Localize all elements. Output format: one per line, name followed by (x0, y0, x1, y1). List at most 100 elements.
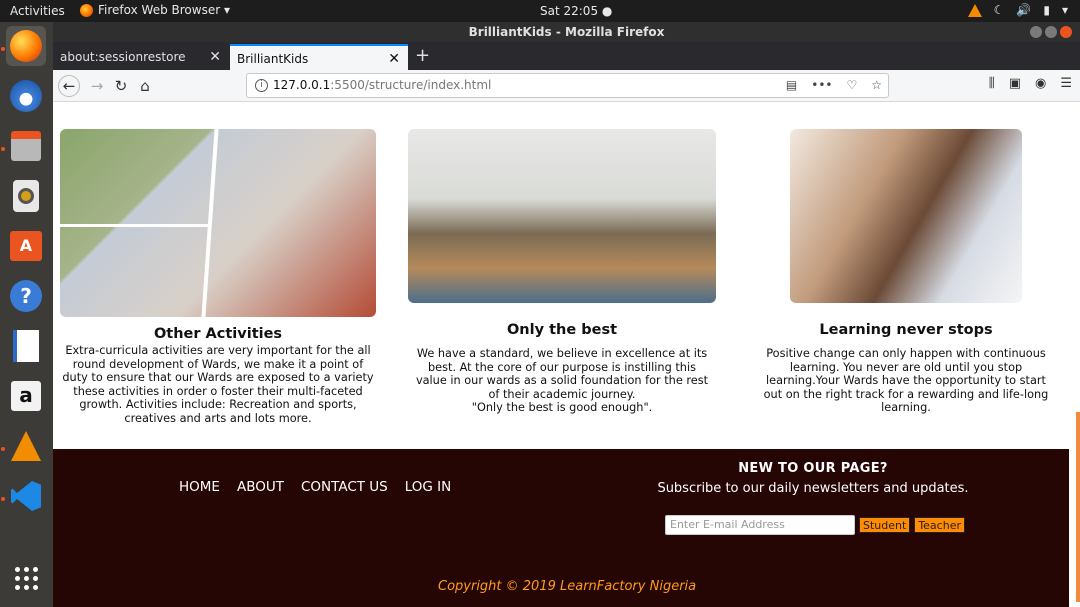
maximize-button[interactable] (1045, 26, 1057, 38)
app-grid-icon (14, 566, 38, 590)
system-tray[interactable]: ☾ 🔊 ▮ ▾ (967, 3, 1068, 17)
url-bar[interactable]: i 127.0.0.1:5500/structure/index.html ▤ … (246, 73, 889, 98)
newsletter-title: NEW TO OUR PAGE? (738, 461, 888, 476)
rhythmbox-icon (13, 180, 39, 212)
tab-sessionrestore[interactable]: about:sessionrestore ✕ (53, 44, 229, 70)
files-icon (11, 131, 41, 161)
thunderbird-icon (10, 80, 42, 112)
reader-view-icon[interactable]: ▤ (786, 74, 797, 97)
window-title: BrilliantKids - Mozilla Firefox (468, 25, 665, 39)
close-window-button[interactable] (1060, 26, 1072, 38)
card-only-the-best: Only the best We have a standard, we bel… (411, 322, 713, 415)
navigation-toolbar: ← → ↻ ⌂ i 127.0.0.1:5500/structure/index… (53, 70, 1080, 102)
vscode-launcher[interactable] (6, 476, 46, 516)
vlc-launcher[interactable] (6, 426, 46, 466)
tab-brilliantkids[interactable]: BrilliantKids ✕ (230, 44, 408, 70)
software-center-icon: A (10, 231, 42, 261)
vscode-icon (11, 481, 41, 511)
writer-icon (13, 330, 39, 362)
home-button[interactable]: ⌂ (135, 76, 155, 96)
card-quote: "Only the best is good enough". (471, 401, 653, 414)
amazon-launcher[interactable]: a (6, 376, 46, 416)
running-indicator (1, 47, 5, 51)
writer-launcher[interactable] (6, 326, 46, 366)
copyright: Copyright © 2019 LearnFactory Nigeria (438, 579, 697, 594)
footer: HOME ABOUT CONTACT US LOG IN NEW TO OUR … (53, 449, 1069, 607)
help-icon: ? (10, 280, 42, 312)
student-button[interactable]: Student (859, 517, 911, 533)
reading-photo (790, 129, 1022, 303)
pocket-icon[interactable]: ♡ (846, 74, 857, 97)
close-tab-icon[interactable]: ✕ (388, 46, 400, 72)
new-tab-button[interactable]: + (415, 44, 430, 68)
amazon-icon: a (11, 381, 41, 411)
sidebar-icon[interactable]: ▣ (1009, 76, 1021, 91)
reload-button[interactable]: ↻ (111, 76, 131, 96)
teacher-button[interactable]: Teacher (914, 517, 965, 533)
system-top-bar: Activities Firefox Web Browser ▾ Sat 22:… (0, 0, 1080, 22)
url-host: 127.0.0.1 (273, 78, 331, 92)
minimize-button[interactable] (1030, 26, 1042, 38)
newsletter-section: NEW TO OUR PAGE? Subscribe to our daily … (653, 461, 973, 535)
card-body: Positive change can only happen with con… (763, 347, 1049, 414)
close-tab-icon[interactable]: ✕ (209, 44, 221, 70)
power-menu-icon[interactable]: ▾ (1062, 3, 1068, 17)
app-menu-label: Firefox Web Browser ▾ (98, 3, 230, 17)
night-light-icon[interactable]: ☾ (994, 3, 1005, 17)
running-indicator (1, 497, 5, 501)
show-applications-button[interactable] (6, 558, 46, 598)
dock: A ? a (0, 22, 53, 607)
subscribe-row: Enter E-mail Address Student Teacher (665, 515, 965, 535)
menu-icon[interactable]: ☰ (1060, 76, 1072, 91)
app-menu[interactable]: Firefox Web Browser ▾ (80, 3, 230, 17)
firefox-launcher[interactable] (6, 26, 46, 66)
card-learning-never-stops: Learning never stops Positive change can… (755, 322, 1057, 415)
window-title-bar[interactable]: BrilliantKids - Mozilla Firefox (53, 22, 1080, 42)
card-title: Learning never stops (819, 322, 993, 338)
software-launcher[interactable]: A (6, 226, 46, 266)
card-other-activities: Other Activities Extra-curricula activit… (61, 326, 375, 425)
scrollbar-thumb[interactable] (1076, 412, 1080, 602)
email-input[interactable]: Enter E-mail Address (665, 515, 855, 535)
card-body: We have a standard, we believe in excell… (415, 347, 709, 401)
url-path: :5500/structure/index.html (330, 78, 492, 92)
tab-label: about:sessionrestore (60, 50, 186, 64)
volume-icon[interactable]: 🔊 (1016, 3, 1031, 17)
footer-link-contact[interactable]: CONTACT US (301, 479, 388, 495)
footer-link-home[interactable]: HOME (179, 479, 220, 495)
page-actions-icon[interactable]: ••• (811, 74, 832, 97)
firefox-icon (10, 30, 42, 62)
battery-icon[interactable]: ▮ (1043, 3, 1050, 17)
library-icon[interactable]: ⫼ (989, 76, 995, 91)
site-info-icon[interactable]: i (255, 79, 268, 92)
running-indicator (1, 147, 5, 151)
clock[interactable]: Sat 22:05 ● (540, 4, 612, 18)
running-indicator (1, 447, 5, 451)
firefox-icon (80, 3, 93, 17)
classroom-photo (408, 129, 716, 303)
url-actions: ▤ ••• ♡ ☆ (786, 74, 882, 97)
forward-button[interactable]: → (87, 76, 107, 96)
tab-label: BrilliantKids (237, 52, 309, 66)
web-page: Other Activities Extra-curricula activit… (53, 102, 1080, 607)
card-body: Extra-curricula activities are very impo… (62, 344, 374, 425)
rhythmbox-launcher[interactable] (6, 176, 46, 216)
footer-link-about[interactable]: ABOUT (237, 479, 284, 495)
footer-link-login[interactable]: LOG IN (405, 479, 452, 495)
activities-button[interactable]: Activities (10, 4, 65, 18)
activities-photo (60, 129, 376, 317)
account-icon[interactable]: ◉ (1035, 76, 1046, 91)
back-button[interactable]: ← (58, 75, 80, 97)
page-scrollbar[interactable] (1074, 102, 1080, 607)
vlc-icon (11, 431, 41, 461)
help-launcher[interactable]: ? (6, 276, 46, 316)
vlc-tray-icon[interactable] (967, 3, 982, 17)
card-title: Other Activities (153, 326, 283, 342)
window-controls (1030, 26, 1072, 38)
toolbar-right: ⫼ ▣ ◉ ☰ (989, 76, 1072, 91)
card-title: Only the best (506, 322, 618, 338)
thunderbird-launcher[interactable] (6, 76, 46, 116)
bookmark-star-icon[interactable]: ☆ (871, 74, 882, 97)
files-launcher[interactable] (6, 126, 46, 166)
newsletter-text: Subscribe to our daily newsletters and u… (657, 481, 969, 496)
